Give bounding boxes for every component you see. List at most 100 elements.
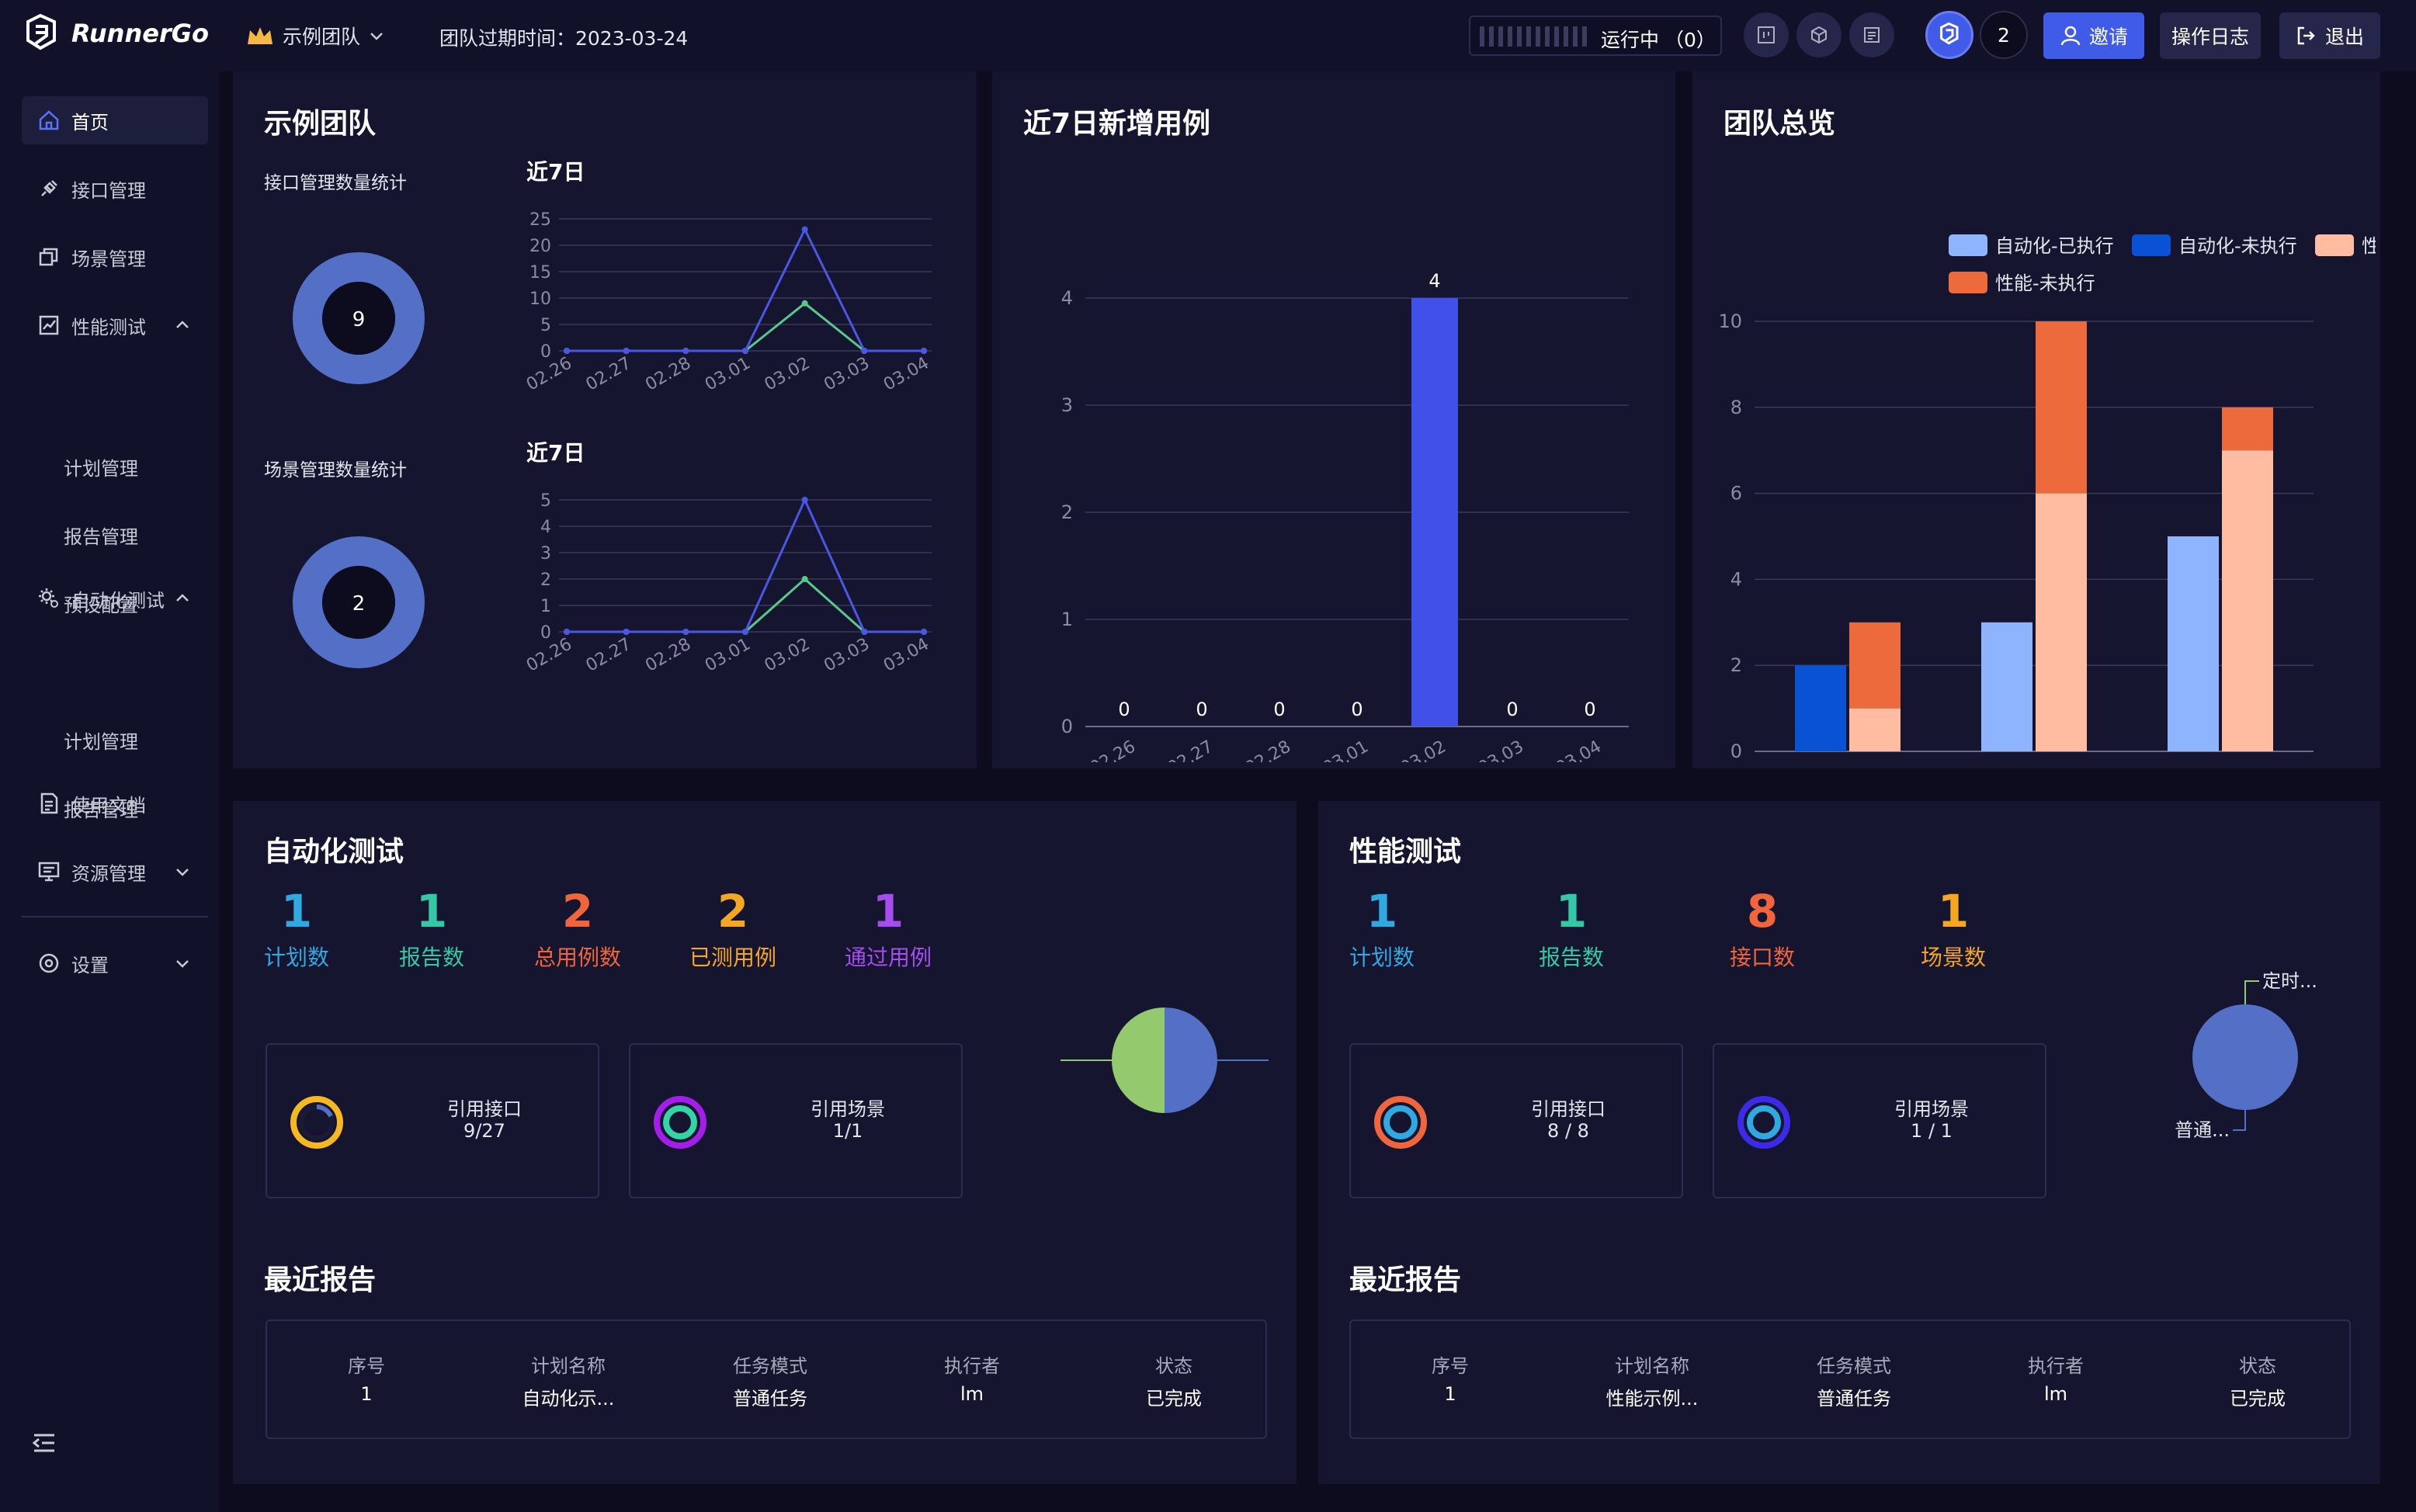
gear-cog-icon [39,588,58,608]
auto-stat-value: 2 [561,885,594,938]
y-tick-label: 5 [540,492,551,511]
legend-swatch [2132,234,2171,256]
collapse-menu-icon[interactable] [31,1430,57,1456]
x-tick-label: 03.02 [762,354,814,395]
sidebar-item-settings[interactable]: 设置 [22,939,208,987]
user-avatar[interactable] [1925,11,1973,59]
new-cases-bar-chart: 0 1 2 3 4 0 02.26 0 02.27 0 02.28 0 03.01 4 03.02 0 03.0… [1061,270,1629,762]
y-tick-label: 1 [1061,609,1073,630]
table-cell-plan-name[interactable]: 性能示例... [1567,1383,1737,1410]
pie-leader-line [2233,1110,2246,1131]
layout-button[interactable] [1744,12,1789,57]
data-point [801,226,808,233]
team-overview-stacked-bar-chart: 自动化-已执行自动化-未执行性能-已执行性能-未执行0246810lm的团队导入… [1718,234,2376,762]
sidebar-item-label: 性能测试 [71,316,146,338]
perf-ref-api-ring-icon [1374,1096,1427,1149]
sidebar-item-auto-plan[interactable]: 计划管理 [64,720,138,759]
sidebar-item-resources[interactable]: 资源管理 [22,848,208,896]
chevron-up-icon [176,594,189,602]
sidebar-item-api[interactable]: 接口管理 [22,165,208,213]
crown-icon [248,27,272,44]
sidebar-item-automation[interactable]: 自动化测试 [22,574,208,622]
y-tick-label: 8 [1730,397,1742,418]
y-tick-label: 15 [529,263,551,283]
team-panel-title: 示例团队 [264,108,377,140]
y-tick-label: 4 [540,518,551,537]
bar [1411,298,1458,727]
running-label: 运行中 [1601,29,1660,51]
cube-button[interactable] [1796,12,1842,57]
legend-swatch [2315,234,2354,256]
auto-stat-label: 已测用例 [689,945,776,970]
legend-swatch [1949,234,1987,256]
sidebar-item-perf-plan[interactable]: 计划管理 [64,447,138,486]
x-tick-label: 03.02 [1397,737,1449,762]
ref-scene-value: 1/1 [832,1120,863,1142]
y-tick-label: 1 [540,597,551,616]
perf-stat-label: 报告数 [1538,945,1604,970]
table-header: 状态 [2239,1355,2276,1377]
perf-stat-value: 8 [1746,885,1779,938]
layout-icon [1758,26,1775,43]
invite-button[interactable]: 邀请 [2043,12,2144,59]
sidebar-item-docs[interactable]: 使用文档 [22,779,208,827]
stacked-bar-segment [2222,450,2273,751]
x-tick-label: 03.04 [880,635,932,676]
data-label: 0 [1196,699,1207,720]
table-header: 任务模式 [1817,1355,1891,1377]
cube-icon [1811,26,1827,44]
ref-api-ring-icon [290,1096,343,1149]
chart-title-recent-1: 近7日 [526,159,585,185]
member-count[interactable]: 2 [1980,11,2028,59]
sidebar-item-performance[interactable]: 性能测试 [22,301,208,349]
data-label: 0 [1118,699,1130,720]
document-button[interactable] [1849,12,1894,57]
data-point [921,348,927,354]
pie-label: 定时... [2262,970,2317,992]
performance-panel: 性能测试 引用接口 8 / 8 引用场景 1 / 1 定时... 普通... 最近… [1318,801,2380,1484]
y-tick-label: 0 [1061,716,1073,737]
operation-log-button[interactable]: 操作日志 [2160,12,2261,59]
sidebar-item-scene[interactable]: 场景管理 [22,233,208,281]
new-cases-title: 近7日新增用例 [1023,108,1211,140]
data-label: 0 [1506,699,1518,720]
team-selector[interactable]: 示例团队 [245,22,385,50]
x-tick-label: 02.28 [642,354,694,395]
data-point [801,576,808,582]
perf-ref-api-card: 引用接口 8 / 8 [1349,1043,1683,1198]
data-point [921,629,927,635]
ref-api-card: 引用接口 9/27 [266,1043,599,1198]
auto-recent-report-title: 最近报告 [264,1264,377,1296]
perf-stat-value: 1 [1366,885,1398,938]
y-tick-label: 10 [529,290,551,309]
table-header: 序号 [1432,1355,1469,1377]
data-point [682,629,689,635]
x-tick-label: 02.28 [1242,737,1294,762]
logout-icon [2297,26,2315,45]
data-point [861,629,868,635]
y-tick-label: 3 [540,544,551,564]
y-tick-label: 3 [1061,394,1073,416]
sidebar-item-label: 资源管理 [71,862,146,885]
sidebar-item-label: 接口管理 [71,179,146,202]
scene-stat-label: 场景管理数量统计 [264,460,407,480]
logout-button[interactable]: 退出 [2279,12,2380,59]
invite-label: 邀请 [2088,26,2128,48]
y-tick-label: 5 [540,316,551,335]
pie-slice [2192,1004,2298,1110]
team-panel: 示例团队 接口管理数量统计 场景管理数量统计 近7日 近7日 9 2 0 5 10 1… [233,71,977,768]
team-name: 示例团队 [283,26,361,48]
user-icon [2060,26,2081,46]
performance-pie-chart: 定时... 普通... [2175,970,2317,1141]
ref-api-label: 引用接口 [447,1098,522,1120]
table-cell-plan-name[interactable]: 自动化示... [483,1383,654,1410]
x-tick-label: 02.26 [1087,737,1139,762]
table-cell-status: 已完成 [1146,1388,1202,1410]
data-point [623,348,630,354]
running-tasks-indicator[interactable]: 运行中 （0） [1469,16,1722,56]
sidebar-item-home[interactable]: 首页 [22,96,208,144]
auto-stat-value: 1 [415,885,448,938]
sidebar-item-perf-report[interactable]: 报告管理 [64,515,138,554]
table-header: 任务模式 [733,1355,807,1377]
monitor-icon [38,862,60,882]
